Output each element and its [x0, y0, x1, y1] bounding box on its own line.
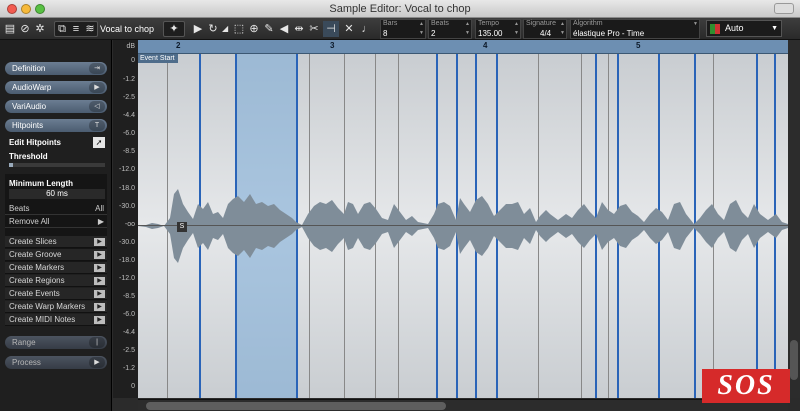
beats-filter[interactable]: Beats All	[5, 203, 107, 215]
toolbar: ▤ ⊘ ✲ ⧉ ≡ ≋ Vocal to chop ✦ ▶ ↻ ◢ ⬚ ⊕ ✎ …	[0, 18, 800, 40]
show-info-icon[interactable]: ▤	[4, 21, 16, 37]
mode-color-icon	[710, 24, 720, 34]
section-definition[interactable]: Definition ⇥	[5, 62, 107, 75]
threshold-label: Threshold	[9, 152, 48, 161]
create-events-button[interactable]: Create Events ▶	[5, 288, 107, 300]
inspector-panel: Definition ⇥ AudioWarp ▶ VariAudio ◁ Hit…	[0, 40, 112, 411]
algorithm-dropdown-icon[interactable]: ▼	[693, 20, 699, 38]
bars-field[interactable]: Bars 8 ▲ ▼	[380, 19, 426, 39]
db-scale: dB 0 -1.2 -2.5 -4.4 -6.0 -8.5 -12.0 -18.…	[113, 40, 138, 398]
bars-spin-icon[interactable]: ▲ ▼	[419, 20, 425, 38]
signature-spin-icon[interactable]: ▲ ▼	[560, 20, 566, 38]
bar-label: 2	[176, 41, 181, 50]
overview-icon[interactable]: ⧉	[56, 21, 68, 37]
hitpoint-tool-icon[interactable]: ⊣	[323, 21, 339, 37]
beats-spin-icon[interactable]: ▲ ▼	[465, 20, 471, 38]
play-icon: ▶	[94, 277, 105, 285]
waveform-display[interactable]: S Event Start	[138, 54, 788, 398]
hitpoints-icon: T	[89, 120, 105, 131]
chevron-down-icon: ▼	[771, 25, 778, 32]
bar-label: 4	[483, 41, 488, 50]
section-process[interactable]: Process ▶	[5, 356, 107, 369]
section-audiowarp[interactable]: AudioWarp ▶	[5, 81, 107, 94]
musical-mode-select[interactable]: Auto ▼	[706, 20, 782, 37]
pencil-icon[interactable]: ✎	[263, 21, 275, 37]
variaudio-icon: ◁	[89, 101, 105, 112]
audiowarp-icon: ▶	[89, 82, 105, 93]
musical-mode-icon[interactable]: ♩	[361, 21, 373, 37]
bar-label: 3	[330, 41, 335, 50]
event-start-label: Event Start	[138, 54, 178, 63]
tempo-field[interactable]: Tempo 135.00 ▲ ▼	[475, 19, 521, 39]
solo-icon[interactable]: ⊘	[19, 21, 31, 37]
clip-selector[interactable]: Vocal to chop	[100, 21, 158, 37]
timeline-ruler[interactable]: 2 3 4 5	[138, 40, 788, 54]
zoom-icon[interactable]: ⊕	[248, 21, 260, 37]
vertical-scrollbar[interactable]	[788, 40, 800, 398]
section-hitpoints[interactable]: Hitpoints T	[5, 119, 107, 132]
loop-icon[interactable]: ↻	[207, 21, 219, 37]
range-select-icon[interactable]: ⬚	[233, 21, 245, 37]
create-markers-button[interactable]: Create Markers ▶	[5, 262, 107, 274]
title-bar: Sample Editor: Vocal to chop	[0, 0, 800, 18]
bar-label: 5	[636, 41, 641, 50]
snap-icon[interactable]: ✲	[34, 21, 46, 37]
play-icon: ▶	[94, 303, 105, 311]
horizontal-scroll-thumb[interactable]	[146, 402, 446, 410]
create-warp-markers-button[interactable]: Create Warp Markers ▶	[5, 301, 107, 313]
threshold-slider[interactable]	[9, 163, 105, 167]
definition-icon: ⇥	[89, 63, 105, 74]
remove-all-icon: ▶	[97, 217, 104, 226]
play-icon: ▶	[94, 264, 105, 272]
section-range[interactable]: Range |	[5, 336, 107, 349]
play-icon: ▶	[94, 238, 105, 246]
window-title: Sample Editor: Vocal to chop	[329, 3, 471, 15]
play-icon: ▶	[94, 316, 105, 324]
min-length-label: Minimum Length	[9, 179, 73, 188]
range-icon: |	[89, 337, 105, 348]
section-variaudio[interactable]: VariAudio ◁	[5, 100, 107, 113]
play-icon: ▶	[94, 290, 105, 298]
scissors-icon[interactable]: ✂	[308, 21, 320, 37]
vertical-scroll-thumb[interactable]	[790, 340, 798, 380]
cross-icon[interactable]: ✕	[341, 21, 357, 37]
algorithm-field[interactable]: Algorithm élastique Pro - Time ▼	[570, 19, 700, 39]
toolbar-toggle-button[interactable]	[774, 3, 794, 14]
process-icon: ▶	[89, 357, 105, 368]
waveform-icon[interactable]: ≋	[84, 21, 96, 37]
beats-field[interactable]: Beats 2 ▲ ▼	[428, 19, 472, 39]
create-midi-notes-button[interactable]: Create MIDI Notes ▶	[5, 314, 107, 326]
signature-field[interactable]: Signature 4/4 ▲ ▼	[523, 19, 567, 39]
sos-watermark-logo: SOS	[702, 369, 790, 403]
snap-point-marker[interactable]: S	[177, 222, 187, 232]
list-icon[interactable]: ≡	[70, 21, 82, 37]
speaker-icon[interactable]: ◀	[278, 21, 290, 37]
db-unit-label: dB	[126, 43, 135, 50]
horizontal-scrollbar[interactable]	[138, 399, 788, 411]
tempo-spin-icon[interactable]: ▲ ▼	[514, 20, 520, 38]
audition-level-icon[interactable]: ◢	[222, 21, 228, 37]
edit-hitpoints-label: Edit Hitpoints	[9, 138, 61, 147]
remove-all-button[interactable]: Remove All ▶	[5, 216, 107, 228]
create-regions-button[interactable]: Create Regions ▶	[5, 275, 107, 287]
min-length-field[interactable]: 60 ms	[9, 189, 105, 199]
play-icon[interactable]: ▶	[192, 21, 204, 37]
create-groove-button[interactable]: Create Groove ▶	[5, 249, 107, 261]
audio-waveform	[138, 189, 788, 263]
audition-volume-icon[interactable]: ✦	[165, 21, 183, 37]
warp-tool-icon[interactable]: ⇹	[293, 21, 305, 37]
center-line	[138, 225, 788, 226]
play-icon: ▶	[94, 251, 105, 259]
edit-hitpoints-button[interactable]: ➚	[93, 137, 105, 148]
create-slices-button[interactable]: Create Slices ▶	[5, 236, 107, 248]
